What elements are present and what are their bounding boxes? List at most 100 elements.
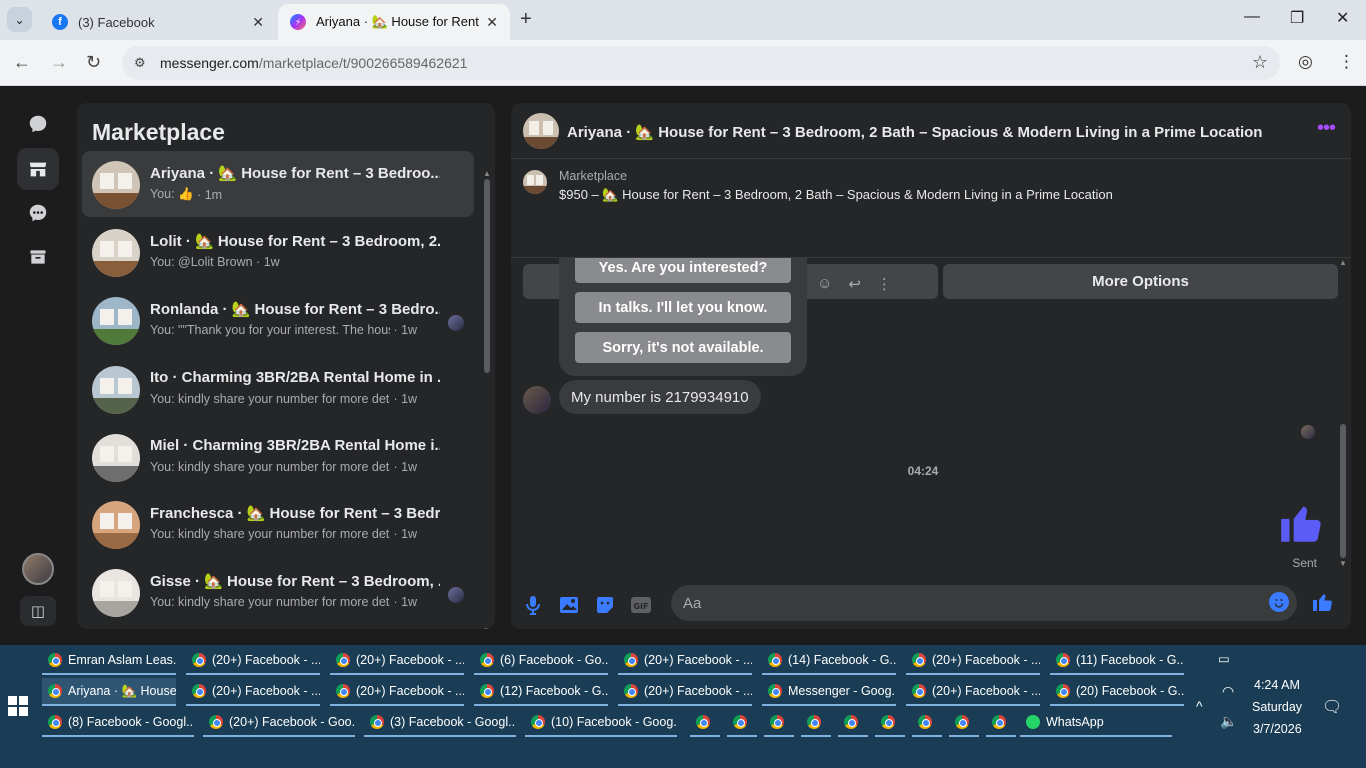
taskbar-chrome-window[interactable]: (10) Facebook - Goog... bbox=[525, 709, 677, 737]
requests-nav-button[interactable] bbox=[17, 192, 59, 234]
scroll-down-arrow-icon[interactable]: ▼ bbox=[1339, 559, 1347, 568]
taskbar-chrome-window[interactable]: (20+) Facebook - ... bbox=[186, 647, 320, 675]
user-avatar[interactable] bbox=[22, 553, 54, 585]
wifi-icon[interactable]: ◠ bbox=[1222, 683, 1234, 700]
taskbar-chrome-window[interactable] bbox=[875, 709, 905, 737]
marketplace-nav-button[interactable] bbox=[17, 148, 59, 190]
conversation-item[interactable]: Miel · Charming 3BR/2BA Rental Home i...… bbox=[82, 424, 474, 490]
taskbar-chrome-window[interactable] bbox=[764, 709, 794, 737]
taskbar-chrome-window[interactable] bbox=[690, 709, 720, 737]
scroll-thumb[interactable] bbox=[484, 179, 490, 373]
taskbar-chrome-window[interactable]: (20) Facebook - G... bbox=[1050, 678, 1184, 706]
taskbar-chrome-window[interactable]: (3) Facebook - Googl... bbox=[364, 709, 516, 737]
quick-reply-button[interactable]: Yes. Are you interested? bbox=[575, 258, 791, 283]
taskbar-chrome-window[interactable]: (20+) Facebook - Goo... bbox=[203, 709, 355, 737]
scroll-up-arrow-icon[interactable]: ▲ bbox=[1339, 258, 1347, 267]
thumbs-up-icon[interactable] bbox=[1277, 498, 1327, 548]
seen-indicator-avatar bbox=[448, 587, 464, 603]
new-tab-button[interactable]: + bbox=[520, 8, 532, 31]
scroll-thumb[interactable] bbox=[1340, 424, 1346, 558]
listing-avatar[interactable] bbox=[523, 113, 559, 149]
taskbar-chrome-window[interactable] bbox=[727, 709, 757, 737]
emoji-smile-icon[interactable] bbox=[1269, 592, 1289, 612]
photo-icon[interactable] bbox=[557, 593, 581, 617]
taskbar-chrome-window[interactable]: Messenger - Goog... bbox=[762, 678, 896, 706]
taskbar-chrome-window[interactable]: (20+) Facebook - ... bbox=[618, 647, 752, 675]
quick-reply-button[interactable]: In talks. I'll let you know. bbox=[575, 292, 791, 323]
clock-date[interactable]: 3/7/2026 bbox=[1253, 722, 1302, 736]
thread-scrollbar[interactable]: ▲ ▼ bbox=[1339, 258, 1347, 568]
taskbar-chrome-window[interactable] bbox=[801, 709, 831, 737]
send-like-icon[interactable] bbox=[1311, 590, 1335, 614]
conversation-item[interactable]: Franchesca · 🏡 House for Rent – 3 Bedr..… bbox=[82, 491, 474, 557]
conversation-item[interactable]: Ito · Charming 3BR/2BA Rental Home in ..… bbox=[82, 356, 474, 422]
close-window-button[interactable]: ✕ bbox=[1336, 8, 1349, 28]
battery-icon[interactable]: ▭ bbox=[1218, 651, 1230, 666]
more-dots-icon[interactable]: ••• bbox=[1317, 117, 1336, 140]
clock-day[interactable]: Saturday bbox=[1252, 700, 1302, 714]
taskbar-chrome-window[interactable] bbox=[912, 709, 942, 737]
reply-arrow-icon[interactable]: ↩ bbox=[848, 275, 861, 293]
scroll-up-arrow-icon[interactable]: ▲ bbox=[483, 169, 491, 178]
quick-reply-button[interactable]: Sorry, it's not available. bbox=[575, 332, 791, 363]
show-hidden-icons-chevron-icon[interactable]: ^ bbox=[1196, 698, 1203, 714]
site-settings-icon[interactable]: ⚙ bbox=[134, 55, 152, 71]
microphone-icon[interactable] bbox=[521, 593, 545, 617]
taskbar-chrome-window[interactable]: (20+) Facebook - ... bbox=[330, 678, 464, 706]
menu-kebab-icon[interactable]: ⋮ bbox=[1338, 52, 1355, 72]
sidebar-toggle-button[interactable]: ◫ bbox=[20, 596, 56, 626]
taskbar-chrome-window[interactable]: (20+) Facebook - ... bbox=[618, 678, 752, 706]
taskbar-chrome-window[interactable]: (11) Facebook - G... bbox=[1050, 647, 1184, 675]
taskbar-chrome-window[interactable]: (6) Facebook - Go... bbox=[474, 647, 608, 675]
conversation-item[interactable]: Gisse · 🏡 House for Rent – 3 Bedroom, ..… bbox=[82, 559, 474, 625]
message-input[interactable] bbox=[671, 585, 1297, 621]
chrome-icon bbox=[1056, 653, 1070, 667]
gif-icon[interactable]: GIF bbox=[629, 593, 653, 617]
listing-description[interactable]: $950 – 🏡 House for Rent – 3 Bedroom, 2 B… bbox=[559, 187, 1113, 203]
notification-center-icon[interactable]: 🗨 bbox=[1322, 697, 1344, 717]
sender-avatar[interactable] bbox=[523, 386, 551, 414]
chats-nav-button[interactable] bbox=[17, 103, 59, 145]
taskbar-chrome-window[interactable]: Emran Aslam Leas... bbox=[42, 647, 176, 675]
archive-nav-button[interactable] bbox=[17, 236, 59, 278]
taskbar-whatsapp[interactable]: WhatsApp bbox=[1020, 709, 1172, 737]
taskbar-chrome-window[interactable]: (14) Facebook - G... bbox=[762, 647, 896, 675]
restore-button[interactable]: ❐ bbox=[1290, 8, 1304, 28]
conversation-item[interactable]: Ronlanda · 🏡 House for Rent – 3 Bedro...… bbox=[82, 287, 474, 353]
reload-button[interactable]: ↻ bbox=[86, 52, 101, 73]
profile-icon[interactable]: ◎ bbox=[1298, 52, 1313, 72]
taskbar-chrome-window[interactable] bbox=[949, 709, 979, 737]
more-vertical-icon[interactable]: ⋮ bbox=[877, 275, 892, 293]
tab-messenger[interactable]: ⚡ Ariyana · 🏡 House for Rent – 3 ✕ bbox=[278, 4, 510, 40]
sticker-icon[interactable] bbox=[593, 593, 617, 617]
react-emoji-icon[interactable]: ☺ bbox=[817, 275, 832, 293]
scroll-down-arrow-icon[interactable]: ▼ bbox=[483, 626, 491, 629]
incoming-message-bubble[interactable]: My number is 2179934910 bbox=[559, 380, 761, 414]
taskbar-chrome-window[interactable]: (20+) Facebook - ... bbox=[330, 647, 464, 675]
taskbar-chrome-window[interactable] bbox=[986, 709, 1016, 737]
volume-icon[interactable]: 🔈 bbox=[1220, 713, 1237, 730]
close-tab-icon[interactable]: ✕ bbox=[252, 14, 264, 31]
taskbar-chrome-window[interactable]: (12) Facebook - G... bbox=[474, 678, 608, 706]
taskbar-chrome-window[interactable]: (20+) Facebook - ... bbox=[186, 678, 320, 706]
forward-button[interactable]: → bbox=[50, 52, 68, 73]
back-button[interactable]: ← bbox=[13, 52, 31, 73]
taskbar-chrome-window[interactable]: (20+) Facebook - ... bbox=[906, 647, 1040, 675]
taskbar-chrome-window[interactable] bbox=[838, 709, 868, 737]
taskbar-chrome-window[interactable]: Ariyana · 🏡 House... bbox=[42, 678, 176, 706]
close-tab-icon[interactable]: ✕ bbox=[486, 14, 498, 31]
tab-facebook[interactable]: f (3) Facebook ✕ bbox=[40, 4, 276, 40]
list-scrollbar[interactable]: ▲ ▼ bbox=[483, 169, 491, 629]
windows-start-icon[interactable] bbox=[8, 696, 28, 716]
conversation-item[interactable]: Lolit · 🏡 House for Rent – 3 Bedroom, 2.… bbox=[82, 219, 474, 285]
clock-time[interactable]: 4:24 AM bbox=[1254, 678, 1300, 692]
tab-search-dropdown[interactable]: ⌄ bbox=[7, 7, 32, 32]
conversation-item[interactable]: Ariyana · 🏡 House for Rent – 3 Bedroo...… bbox=[82, 151, 474, 217]
taskbar-chrome-window[interactable]: (20+) Facebook - ... bbox=[906, 678, 1040, 706]
chat-title[interactable]: Ariyana · 🏡 House for Rent – 3 Bedroom, … bbox=[567, 123, 1262, 141]
taskbar-chrome-window[interactable]: (8) Facebook - Googl... bbox=[42, 709, 194, 737]
address-bar[interactable]: ⚙ messenger.com/marketplace/t/9002665894… bbox=[122, 46, 1280, 80]
listing-thumbnail[interactable] bbox=[523, 170, 547, 194]
minimize-button[interactable]: — bbox=[1244, 8, 1260, 26]
bookmark-star-icon[interactable]: ☆ bbox=[1252, 52, 1268, 73]
